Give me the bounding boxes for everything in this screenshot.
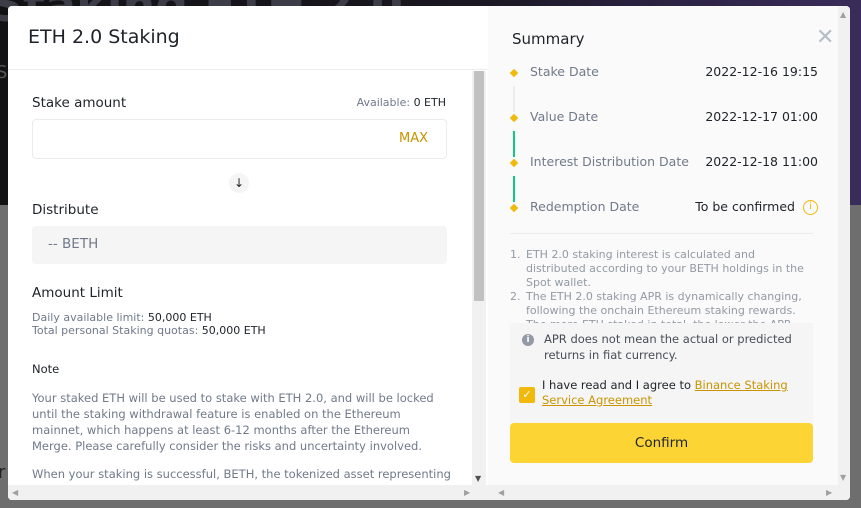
note-paragraph: When your staking is successful, BETH, t… [32, 467, 451, 485]
distribute-field: -- BETH [32, 226, 447, 264]
available-value: 0 ETH [413, 96, 446, 109]
modal-title: ETH 2.0 Staking [28, 26, 180, 48]
distribute-label: Distribute [32, 202, 99, 218]
modal-header: ETH 2.0 Staking [8, 6, 488, 70]
total-quota: Total personal Staking quotas: 50,000 ET… [32, 324, 266, 337]
summary-title: Summary [512, 30, 585, 48]
scroll-right-icon[interactable]: ▶ [826, 488, 832, 497]
close-icon[interactable]: ✕ [816, 27, 834, 49]
note-number: 2. [510, 290, 521, 303]
diamond-icon [509, 203, 519, 213]
background-text: S [0, 62, 8, 83]
agree-text: I have read and I agree to Binance Staki… [542, 378, 802, 408]
daily-limit: Daily available limit: 50,000 ETH [32, 311, 212, 324]
row-value: 2022-12-18 11:00 [705, 154, 818, 169]
stake-form-panel: ETH 2.0 Staking Stake amount Available: … [8, 6, 488, 500]
vertical-scrollbar[interactable]: ▲ ▼ [838, 6, 850, 500]
note-number: 1. [510, 248, 521, 261]
apr-notice: APR does not mean the actual or predicte… [544, 332, 792, 362]
available-balance: Available: 0 ETH [357, 96, 446, 109]
agree-checkbox[interactable]: ✓ [519, 387, 535, 403]
summary-note: 2. The ETH 2.0 staking APR is dynamically… [510, 290, 813, 323]
row-label: Redemption Date [530, 199, 640, 214]
form-scroll-area: Stake amount Available: 0 ETH MAX ↓ Dist… [8, 71, 488, 485]
total-quota-label: Total personal Staking quotas: [32, 324, 199, 337]
scrollbar-thumb[interactable] [474, 71, 484, 301]
row-value: 2022-12-16 19:15 [705, 64, 818, 79]
arrow-down-icon: ↓ [229, 173, 249, 193]
diamond-icon [509, 158, 519, 168]
row-value: 2022-12-17 01:00 [705, 109, 818, 124]
scroll-down-icon[interactable]: ▼ [840, 473, 846, 482]
timeline-row-value-date: Value Date 2022-12-17 01:00 [508, 109, 818, 129]
total-quota-value: 50,000 ETH [201, 324, 266, 337]
row-value-text: To be confirmed [695, 199, 795, 214]
daily-limit-label: Daily available limit: [32, 311, 145, 324]
diamond-icon [509, 113, 519, 123]
timeline-row-stake-date: Stake Date 2022-12-16 19:15 [508, 64, 818, 84]
timeline-row-interest-date: Interest Distribution Date 2022-12-18 11:… [508, 154, 818, 174]
amount-limit-heading: Amount Limit [32, 285, 123, 301]
scroll-left-icon[interactable]: ◀ [12, 488, 18, 497]
daily-limit-value: 50,000 ETH [147, 311, 212, 324]
divider [510, 233, 813, 234]
distribute-value: -- BETH [48, 236, 99, 252]
note-heading: Note [32, 362, 60, 376]
row-value: To be confirmed i [695, 199, 818, 215]
stake-amount-input[interactable]: MAX [32, 119, 447, 159]
background-text: r [0, 462, 6, 483]
horizontal-scrollbar[interactable]: ◀ ▶ ◀ ▶ [8, 485, 838, 500]
available-label: Available: [356, 96, 411, 109]
max-button[interactable]: MAX [399, 131, 428, 146]
confirm-button[interactable]: Confirm [510, 423, 813, 463]
row-label: Interest Distribution Date [530, 154, 689, 169]
summary-panel: Summary ✕ Stake Date 2022-12-16 19:15 Val… [488, 6, 838, 500]
timeline-row-redemption-date: Redemption Date To be confirmed i [508, 199, 818, 219]
note-text: The ETH 2.0 staking APR is dynamically c… [526, 290, 802, 323]
summary-note: 1. ETH 2.0 staking interest is calculated… [510, 248, 813, 290]
scroll-left-icon[interactable]: ◀ [498, 488, 504, 497]
agreement-panel: i APR does not mean the actual or predic… [510, 323, 813, 423]
info-icon[interactable]: i [803, 200, 818, 215]
row-label: Value Date [530, 109, 599, 124]
note-paragraph: Your staked ETH will be used to stake wi… [32, 391, 434, 453]
vertical-scrollbar[interactable]: ▼ [472, 71, 486, 485]
diamond-icon [509, 68, 519, 78]
scroll-down-icon[interactable]: ▼ [475, 474, 481, 483]
scroll-right-icon[interactable]: ▶ [464, 488, 470, 497]
info-icon: i [522, 334, 534, 346]
note-text: ETH 2.0 staking interest is calculated a… [526, 248, 804, 289]
scroll-up-icon[interactable]: ▲ [840, 10, 846, 19]
row-label: Stake Date [530, 64, 599, 79]
staking-modal: ETH 2.0 Staking Stake amount Available: … [8, 6, 850, 500]
stake-amount-label: Stake amount [32, 95, 127, 111]
agree-label: I have read and I agree to [542, 378, 695, 392]
